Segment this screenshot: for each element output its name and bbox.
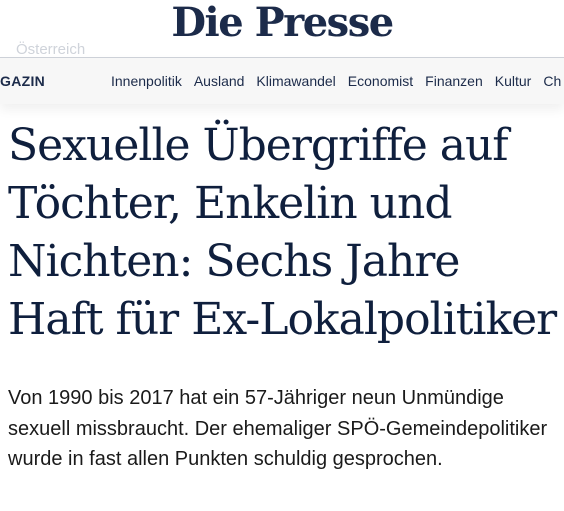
masthead: Die Presse Österreich (0, 0, 564, 58)
nav-item-klimawandel[interactable]: Klimawandel (256, 73, 335, 89)
faded-section-label: Österreich (16, 41, 86, 58)
nav-items: Innenpolitik Ausland Klimawandel Economi… (111, 73, 561, 89)
section-navigation: GAZIN Innenpolitik Ausland Klimawandel E… (0, 57, 564, 104)
article-lead: Von 1990 bis 2017 hat ein 57-Jähriger ne… (8, 387, 548, 470)
nav-item-economist[interactable]: Economist (348, 73, 413, 89)
nav-item-kultur[interactable]: Kultur (495, 73, 532, 89)
nav-item-truncated[interactable]: Ch (543, 73, 561, 89)
article-headline: Sexuelle Übergriffe auf Töchter, Enkelin… (8, 120, 557, 345)
nav-item-finanzen[interactable]: Finanzen (425, 73, 483, 89)
nav-item-innenpolitik[interactable]: Innenpolitik (111, 73, 182, 89)
nav-item-ausland[interactable]: Ausland (194, 73, 245, 89)
nav-item-magazin[interactable]: GAZIN (0, 73, 45, 89)
